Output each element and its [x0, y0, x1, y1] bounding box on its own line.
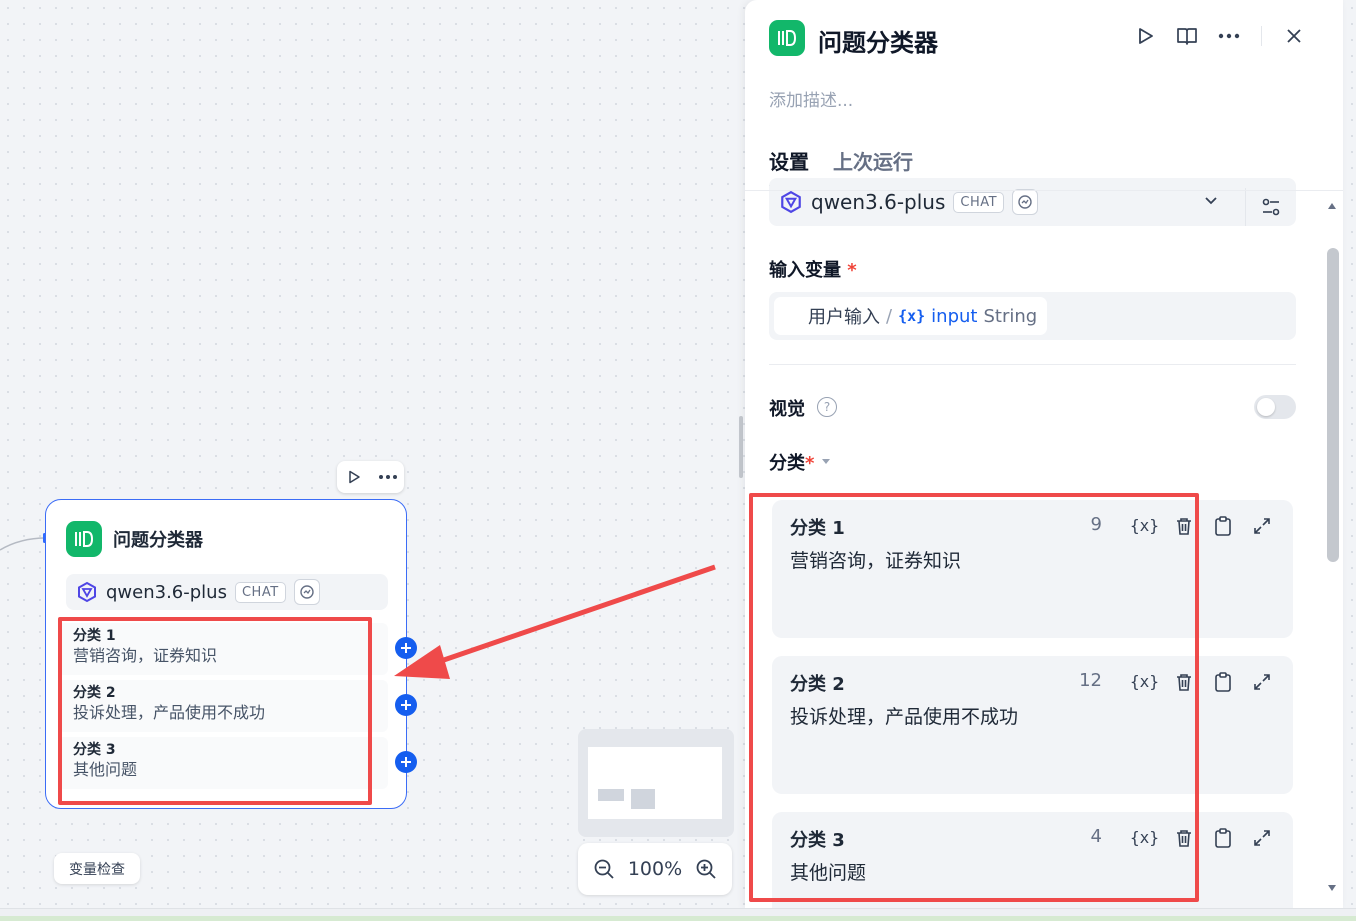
add-branch-3-button[interactable]	[395, 751, 417, 773]
expand-icon[interactable]	[1249, 825, 1274, 850]
panel-resize-handle[interactable]	[739, 416, 743, 478]
zoom-controls: 100%	[578, 843, 732, 895]
zoom-out-icon[interactable]	[592, 857, 616, 881]
node-toolbar	[337, 461, 404, 493]
model-logo-icon	[76, 581, 98, 603]
node-model-name: qwen3.6-plus	[106, 581, 227, 603]
minimap-node	[598, 789, 624, 801]
classes-label-text: 分类	[769, 453, 805, 474]
vision-label: 视觉	[769, 399, 805, 420]
chat-badge: CHAT	[953, 191, 1005, 213]
required-mark: *	[805, 453, 815, 474]
description-input[interactable]: 添加描述...	[769, 86, 853, 111]
add-branch-2-button[interactable]	[395, 694, 417, 716]
minimap-viewport	[588, 747, 722, 819]
annotation-box-panel	[749, 493, 1199, 902]
model-logo-icon	[779, 190, 803, 214]
classifier-icon	[769, 20, 805, 56]
node-chat-badge: CHAT	[234, 581, 286, 603]
scrollbar-thumb[interactable]	[1327, 248, 1339, 562]
add-branch-1-button[interactable]	[395, 637, 417, 659]
section-divider	[769, 364, 1296, 365]
book-icon[interactable]	[1175, 24, 1199, 48]
variable-inspect-button[interactable]: 变量检查	[54, 853, 140, 884]
vision-toggle[interactable]	[1254, 395, 1296, 419]
node-model-selector[interactable]: qwen3.6-plus CHAT	[66, 574, 388, 610]
expand-icon[interactable]	[1249, 513, 1274, 538]
variable-brace-icon: {x}	[898, 307, 926, 325]
minimap[interactable]	[578, 729, 734, 837]
settings-sliders-icon[interactable]	[1245, 188, 1296, 226]
node-title: 问题分类器	[113, 530, 203, 551]
input-variable-label: 输入变量 *	[769, 256, 857, 282]
variable-name: input	[931, 305, 978, 327]
toggle-knob	[1257, 398, 1275, 416]
vision-icon	[293, 579, 320, 605]
clipboard-icon[interactable]	[1210, 513, 1235, 538]
panel-actions	[1133, 24, 1306, 48]
bottom-accent	[0, 916, 1356, 921]
expand-icon[interactable]	[1249, 669, 1274, 694]
scroll-up-icon[interactable]	[1327, 202, 1337, 210]
more-icon[interactable]	[1217, 24, 1241, 48]
node-more-icon[interactable]	[376, 465, 400, 489]
tabs-divider	[745, 190, 1343, 191]
clipboard-icon[interactable]	[1210, 825, 1235, 850]
play-icon[interactable]	[1133, 24, 1157, 48]
minimap-node	[631, 789, 655, 809]
close-icon[interactable]	[1282, 24, 1306, 48]
edge-line	[0, 533, 47, 551]
scroll-down-icon[interactable]	[1327, 884, 1337, 892]
model-name: qwen3.6-plus	[811, 190, 946, 214]
help-icon[interactable]: ?	[817, 397, 837, 417]
model-selector[interactable]: qwen3.6-plus CHAT	[769, 178, 1296, 226]
vision-icon	[1012, 189, 1039, 215]
input-variable-field[interactable]: 用户输入 / {x} input String	[769, 292, 1296, 340]
clipboard-icon[interactable]	[1210, 669, 1235, 694]
zoom-in-icon[interactable]	[694, 857, 718, 881]
annotation-box-node	[58, 617, 372, 805]
caret-down-icon[interactable]	[821, 458, 831, 466]
node-run-icon[interactable]	[342, 465, 366, 489]
panel-title[interactable]: 问题分类器	[818, 23, 938, 58]
variable-source: 用户输入	[808, 307, 880, 328]
classes-label: 分类*	[769, 449, 814, 475]
classifier-icon	[66, 521, 102, 557]
input-variable-text: 输入变量	[769, 260, 841, 281]
variable-type: String	[983, 305, 1038, 327]
header-divider	[1261, 26, 1262, 46]
zoom-level[interactable]: 100%	[628, 858, 682, 880]
required-mark: *	[847, 260, 857, 281]
variable-separator: /	[886, 305, 893, 327]
variable-chip[interactable]: 用户输入 / {x} input String	[774, 297, 1048, 335]
chevron-down-icon[interactable]	[1203, 192, 1219, 208]
